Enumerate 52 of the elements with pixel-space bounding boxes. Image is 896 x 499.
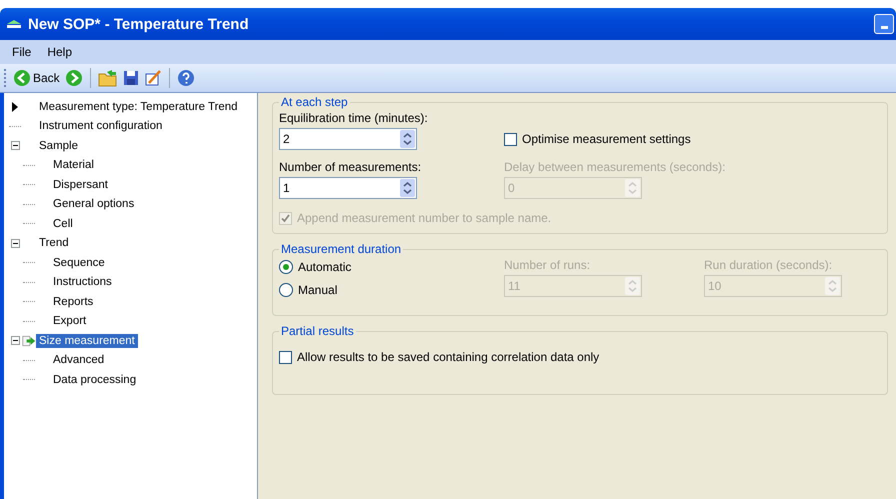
minimize-button[interactable] [874,14,894,34]
back-icon[interactable] [13,69,31,87]
tree-item[interactable]: Advanced [50,353,108,368]
tree-item[interactable]: Export [50,314,90,328]
collapse-toggle-icon[interactable] [10,238,20,248]
field-label: Number of measurements: [279,160,422,174]
menu-item[interactable]: File [6,43,38,61]
tree-item[interactable]: Instrument configuration [36,119,166,134]
tree-item[interactable]: General options [50,197,138,212]
tree-item[interactable]: Sample [36,138,81,153]
checkbox[interactable] [279,350,292,364]
tree-item[interactable]: Dispersant [50,178,111,192]
triangle-icon [11,102,19,112]
group-title: Measurement duration [280,242,402,256]
arrow-icon [22,334,36,348]
spin-arrows-icon[interactable] [400,130,415,148]
checkbox-label: Append measurement number to sample name. [297,211,552,225]
spin-field[interactable]: 2 [279,128,417,150]
forward-icon[interactable] [64,69,83,87]
tree-item[interactable]: Data processing [50,372,140,387]
tree-item[interactable]: Reports [50,294,96,309]
field-label: Delay between measurements (seconds): [504,160,726,174]
collapse-toggle-icon[interactable] [10,336,20,346]
menu-item[interactable]: Help [41,43,78,61]
field-label: Equilibration time (minutes): [279,111,428,125]
field-label: Number of runs: [504,258,590,272]
tree-item[interactable]: Trend [36,236,72,250]
radio-label: Automatic [298,260,352,274]
tree-item[interactable]: Size measurement [36,334,138,348]
spin-arrows-icon[interactable] [400,179,415,197]
spin-field[interactable]: 1 [279,177,417,199]
radio-button[interactable] [279,283,293,297]
edit-icon[interactable] [144,69,162,87]
help-icon[interactable] [176,69,195,87]
tree-item[interactable]: Sequence [50,256,108,270]
field-label: Run duration (seconds): [704,258,832,272]
save-icon[interactable] [122,69,140,87]
window-title: New SOP* - Temperature Trend [28,16,250,32]
tree-header: Measurement type: Temperature Trend [38,100,239,114]
radio-label: Manual [298,283,338,297]
app-logo-icon [6,19,22,29]
tree-item[interactable]: Instructions [50,275,115,290]
checkbox[interactable] [504,132,517,146]
back-button[interactable]: Back [12,68,61,88]
tree-item[interactable]: Material [50,158,97,172]
radio-button[interactable] [279,260,293,274]
checkbox-label: Optimise measurement settings [522,132,691,146]
checkbox-label: Allow results to be saved containing correlation data only [297,350,600,364]
group-title: At each step [280,95,349,109]
tree-item[interactable]: Cell [50,216,76,231]
group-title: Partial results [280,324,355,338]
collapse-toggle-icon[interactable] [10,141,20,150]
